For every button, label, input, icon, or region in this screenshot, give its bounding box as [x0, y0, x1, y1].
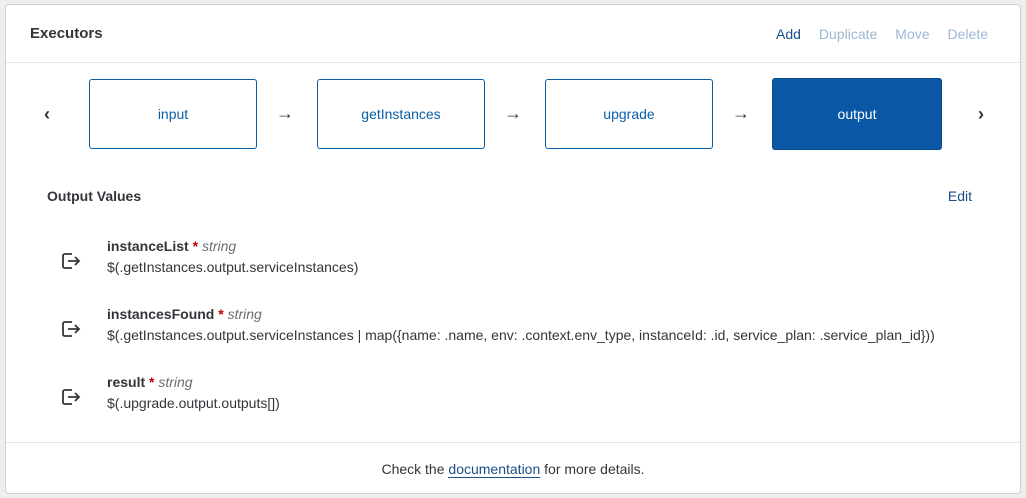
output-export-icon — [62, 253, 81, 269]
move-button[interactable]: Move — [895, 26, 929, 42]
output-expression: $(.getInstances.output.serviceInstances … — [107, 327, 935, 343]
output-expression: $(.getInstances.output.serviceInstances) — [107, 259, 359, 275]
output-item: instanceList * string $(.getInstances.ou… — [47, 238, 987, 282]
footer-prefix: Check the — [381, 461, 445, 477]
output-name: result — [107, 374, 146, 390]
step-upgrade[interactable]: upgrade — [545, 79, 713, 149]
arrow-right-icon: → — [276, 103, 294, 123]
output-expression: $(.upgrade.output.outputs[]) — [107, 395, 280, 411]
arrow-right-icon: → — [732, 103, 750, 123]
add-button[interactable]: Add — [776, 26, 801, 42]
documentation-link[interactable]: documentation — [448, 461, 541, 478]
output-name: instanceList — [107, 238, 189, 254]
step-input[interactable]: input — [89, 79, 257, 149]
panel-title: Executors — [30, 25, 103, 42]
delete-button[interactable]: Delete — [948, 26, 988, 42]
step-getinstances[interactable]: getInstances — [317, 79, 485, 149]
arrow-right-icon: → — [504, 103, 522, 123]
output-name: instancesFound — [107, 306, 215, 322]
chevron-right-icon[interactable]: › — [973, 104, 989, 124]
output-item: result * string $(.upgrade.output.output… — [47, 374, 987, 418]
footer: Check the documentation for more details… — [6, 442, 1020, 494]
edit-button[interactable]: Edit — [948, 188, 972, 204]
required-marker: * — [218, 306, 224, 322]
output-item: instancesFound * string $(.getInstances.… — [47, 306, 987, 350]
chevron-left-icon[interactable]: ‹ — [39, 104, 55, 124]
output-export-icon — [62, 389, 81, 405]
output-values-title: Output Values — [47, 188, 142, 204]
panel-header: Executors Add Duplicate Move Delete — [6, 5, 1020, 63]
output-type: string — [201, 238, 237, 254]
required-marker: * — [149, 374, 155, 390]
duplicate-button[interactable]: Duplicate — [819, 26, 877, 42]
executor-steps: ‹ input → getInstances → upgrade → outpu… — [6, 78, 1020, 151]
output-type: string — [227, 306, 262, 322]
step-output[interactable]: output — [772, 78, 942, 150]
toolbar: Add Duplicate Move Delete — [776, 26, 988, 42]
executors-panel: Executors Add Duplicate Move Delete ‹ in… — [5, 4, 1021, 494]
output-export-icon — [62, 321, 81, 337]
footer-suffix: for more details. — [544, 461, 645, 477]
required-marker: * — [192, 238, 199, 254]
output-type: string — [158, 374, 193, 390]
